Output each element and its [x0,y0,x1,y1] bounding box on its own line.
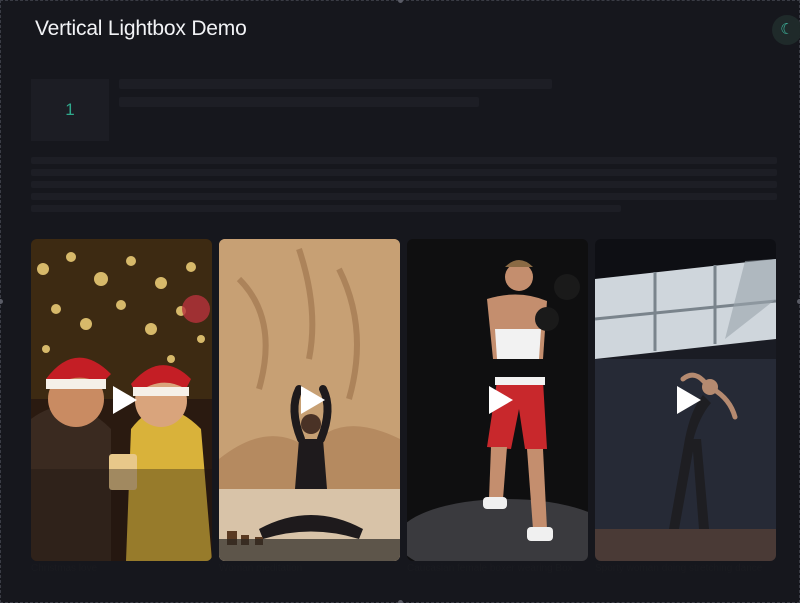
video-gallery: Christmas love Woman meditation Caucasia… [31,239,777,579]
page-title: Vertical Lightbox Demo [35,17,247,40]
video-caption: Caucasian female boxer wearing Box [407,563,573,574]
video-card[interactable]: Christmas love [31,239,212,574]
skeleton-line [31,205,621,212]
video-thumbnail[interactable] [595,239,776,561]
preview-number: 1 [65,100,75,119]
theme-toggle-button[interactable]: ☾ [772,15,800,45]
video-card[interactable]: Caucasian female boxer wearing Box [407,239,588,574]
video-card[interactable]: Sporty woman doing stretching dance [595,239,776,574]
play-icon[interactable] [676,386,701,414]
video-thumbnail[interactable] [219,239,400,561]
video-thumbnail[interactable] [407,239,588,561]
skeleton-line [31,157,777,164]
preview-thumbnail: 1 [31,79,109,141]
video-card[interactable]: Woman meditation [219,239,400,574]
video-caption: Sporty woman doing stretching dance [595,563,763,574]
skeleton-line [31,169,777,176]
video-caption: Christmas love [31,563,98,574]
play-icon[interactable] [300,386,325,414]
play-icon[interactable] [112,386,137,414]
skeleton-line [31,181,777,188]
video-caption: Woman meditation [219,563,303,574]
skeleton-line [119,79,552,89]
video-thumbnail[interactable] [31,239,212,561]
skeleton-line [31,193,777,200]
moon-icon: ☾ [780,21,794,38]
play-icon[interactable] [488,386,513,414]
skeleton-line [119,97,479,107]
